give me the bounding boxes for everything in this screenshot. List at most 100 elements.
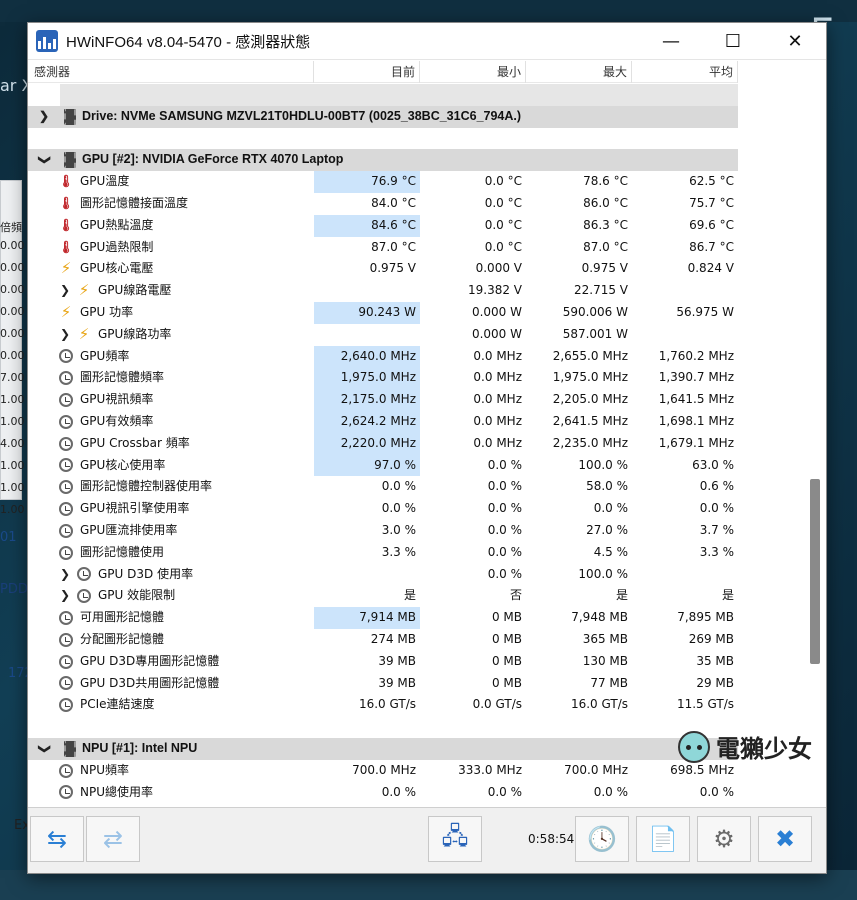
clock-reset-button[interactable]: 🕓: [575, 816, 629, 862]
value-max: 2,235.0 MHz: [552, 435, 628, 450]
column-avg[interactable]: 平均: [632, 61, 738, 83]
collapse-arrows-button[interactable]: ⇄: [86, 816, 140, 862]
blank-row: [28, 128, 738, 150]
window-title: HWiNFO64 v8.04-5470 - 感測器狀態: [66, 33, 311, 51]
settings-gear-button[interactable]: ⚙: [697, 816, 751, 862]
chevron-right-icon[interactable]: ❯: [58, 585, 72, 607]
sensor-row[interactable]: 分配圖形記憶體 274 MB 0 MB 365 MB 269 MB: [28, 629, 738, 651]
gpu-sensor-rows: 🌡 GPU溫度 76.9 °C 0.0 °C 78.6 °C 62.5 °C 🌡 圖形記憶體接…: [28, 171, 738, 716]
sensor-row[interactable]: 🌡 圖形記憶體接面溫度 84.0 °C 0.0 °C 86.0 °C 75.7 °C: [28, 193, 738, 215]
column-sensor[interactable]: 感測器: [28, 61, 314, 83]
chevron-right-icon[interactable]: ❯: [58, 280, 72, 302]
value-cur: 2,624.2 MHz: [314, 410, 420, 433]
sensor-row[interactable]: GPU視訊頻率 2,175.0 MHz 0.0 MHz 2,205.0 MHz 1,64…: [28, 389, 738, 411]
separator-row: [60, 84, 738, 106]
add-report-button[interactable]: 📄: [636, 816, 690, 862]
value-avg: 7,895 MB: [677, 610, 734, 625]
clock-icon: [59, 785, 73, 800]
sensor-label: GPU D3D共用圖形記憶體: [80, 675, 220, 690]
sensor-row[interactable]: 🌡 GPU過熱限制 87.0 °C 0.0 °C 87.0 °C 86.7 °C: [28, 237, 738, 259]
value-max: 77 MB: [590, 675, 628, 690]
sensor-row[interactable]: ⚡ GPU 功率 90.243 W 0.000 W 590.006 W 56.975 W: [28, 301, 738, 324]
column-min[interactable]: 最小: [420, 61, 526, 83]
value-max: 700.0 MHz: [564, 762, 628, 777]
value-avg: [632, 564, 738, 586]
sensor-row[interactable]: 圖形記憶體控制器使用率 0.0 % 0.0 % 58.0 % 0.6 %: [28, 476, 738, 498]
sensor-name-cell: GPU核心使用率: [28, 455, 314, 477]
sensor-row[interactable]: GPU視訊引擎使用率 0.0 % 0.0 % 0.0 % 0.0 %: [28, 498, 738, 520]
chevron-down-icon[interactable]: ❯: [33, 152, 55, 168]
value-cur: 0.975 V: [369, 261, 416, 276]
sensor-row[interactable]: 可用圖形記憶體 7,914 MB 0 MB 7,948 MB 7,895 MB: [28, 607, 738, 629]
chevron-right-icon[interactable]: ❯: [58, 564, 72, 586]
sensor-name-cell: GPU D3D共用圖形記憶體: [28, 673, 314, 695]
sensor-row[interactable]: ❯ ⚡ GPU線路電壓 19.382 V 22.715 V: [28, 280, 738, 302]
group-drive[interactable]: ❯ Drive: NVMe SAMSUNG MZVL21T0HDLU-00BT7…: [28, 105, 738, 128]
value-min: 0 MB: [491, 653, 522, 668]
sensor-row[interactable]: ⚡ GPU核心電壓 0.975 V 0.000 V 0.975 V 0.824 V: [28, 258, 738, 280]
clock-icon: [59, 393, 73, 408]
value-max: 0.0 %: [593, 784, 628, 799]
chevron-right-icon[interactable]: ❯: [36, 106, 52, 128]
sensor-row[interactable]: PCIe連結速度 16.0 GT/s 0.0 GT/s 16.0 GT/s 11.5 G…: [28, 694, 738, 716]
lightning-icon: ⚡: [60, 259, 72, 278]
background-number: 0.00: [0, 283, 25, 296]
value-cur: 0.0 %: [381, 501, 416, 516]
sensor-label: GPU視訊引擎使用率: [80, 501, 190, 516]
sensor-row[interactable]: 🌡 GPU溫度 76.9 °C 0.0 °C 78.6 °C 62.5 °C: [28, 171, 738, 193]
maximize-button[interactable]: ☐: [702, 23, 764, 60]
sensor-name-cell: GPU視訊頻率: [28, 389, 314, 411]
sensor-row[interactable]: GPU有效頻率 2,624.2 MHz 0.0 MHz 2,641.5 MHz 1,69…: [28, 410, 738, 433]
sensor-list[interactable]: ❯ Drive: NVMe SAMSUNG MZVL21T0HDLU-00BT7…: [28, 84, 738, 806]
network-monitor-button[interactable]: 🖧: [428, 816, 482, 862]
background-number: 0.00: [0, 261, 25, 274]
sensor-row[interactable]: GPU Crossbar 頻率 2,220.0 MHz 0.0 MHz 2,235.0…: [28, 432, 738, 455]
sensor-row[interactable]: GPU D3D共用圖形記憶體 39 MB 0 MB 77 MB 29 MB: [28, 673, 738, 695]
sensor-row[interactable]: GPU頻率 2,640.0 MHz 0.0 MHz 2,655.0 MHz 1,760.…: [28, 345, 738, 368]
sensor-name-cell: ⚡ GPU 功率: [28, 302, 314, 324]
sensor-row[interactable]: GPU D3D專用圖形記憶體 39 MB 0 MB 130 MB 35 MB: [28, 651, 738, 673]
value-cur: 274 MB: [370, 631, 416, 646]
value-max: 78.6 °C: [583, 174, 628, 189]
title-bar[interactable]: HWiNFO64 v8.04-5470 - 感測器狀態 — ☐ ✕: [28, 23, 826, 60]
chevron-down-icon[interactable]: ❯: [33, 741, 55, 757]
value-min: 0.0 MHz: [473, 392, 522, 407]
value-min: 0.0 MHz: [473, 370, 522, 385]
vertical-scrollbar[interactable]: [808, 84, 820, 806]
chevron-right-icon[interactable]: ❯: [58, 324, 72, 346]
value-avg: 1,679.1 MHz: [658, 435, 734, 450]
column-max[interactable]: 最大: [526, 61, 632, 83]
sensor-row[interactable]: GPU匯流排使用率 3.0 % 0.0 % 27.0 % 3.7 %: [28, 520, 738, 542]
scrollbar-thumb[interactable]: [810, 479, 820, 664]
minimize-button[interactable]: —: [640, 23, 702, 60]
clock-icon: [59, 611, 73, 626]
sensor-row[interactable]: ❯ ⚡ GPU線路功率 0.000 W 587.001 W: [28, 324, 738, 346]
close-button[interactable]: ✕: [764, 23, 826, 60]
group-gpu[interactable]: ❯ GPU [#2]: NVIDIA GeForce RTX 4070 Lapt…: [28, 149, 738, 172]
value-min: 333.0 MHz: [458, 762, 522, 777]
value-avg: 35 MB: [696, 653, 734, 668]
column-header: 感測器 目前 最小 最大 平均: [28, 61, 738, 83]
background-number: 0.00: [0, 327, 25, 340]
value-min: 0.0 MHz: [473, 413, 522, 428]
background-taskbar-strip: [0, 0, 857, 22]
sensor-row[interactable]: 圖形記憶體使用 3.3 % 0.0 % 4.5 % 3.3 %: [28, 542, 738, 564]
sensor-label: 圖形記憶體控制器使用率: [80, 479, 213, 494]
sensor-row[interactable]: ❯ GPU D3D 使用率 0.0 % 100.0 %: [28, 564, 738, 586]
expand-arrows-button[interactable]: ⇆: [30, 816, 84, 862]
sensor-name-cell: 圖形記憶體控制器使用率: [28, 476, 314, 498]
group-npu[interactable]: ❯ NPU [#1]: Intel NPU: [28, 737, 738, 760]
value-avg: 1,698.1 MHz: [658, 413, 734, 428]
sensor-row[interactable]: ❯ GPU 效能限制 是 否 是 是: [28, 585, 738, 607]
column-current[interactable]: 目前: [314, 61, 420, 83]
value-min: 0.0 %: [487, 544, 522, 559]
sensor-row[interactable]: 圖形記憶體頻率 1,975.0 MHz 0.0 MHz 1,975.0 MHz 1,39…: [28, 367, 738, 390]
sensor-row[interactable]: 🌡 GPU熱點溫度 84.6 °C 0.0 °C 86.3 °C 69.6 °C: [28, 214, 738, 237]
sensor-label: 圖形記憶體接面溫度: [80, 195, 189, 210]
sensor-row[interactable]: NPU頻率 700.0 MHz 333.0 MHz 700.0 MHz 698.5 MH…: [28, 760, 738, 782]
value-cur: 3.0 %: [381, 522, 416, 537]
sensor-row[interactable]: NPU總使用率 0.0 % 0.0 % 0.0 % 0.0 %: [28, 782, 738, 804]
sensor-row[interactable]: GPU核心使用率 97.0 % 0.0 % 100.0 % 63.0 %: [28, 454, 738, 477]
value-min: 0.0 %: [487, 522, 522, 537]
close-sensors-button[interactable]: ✖: [758, 816, 812, 862]
